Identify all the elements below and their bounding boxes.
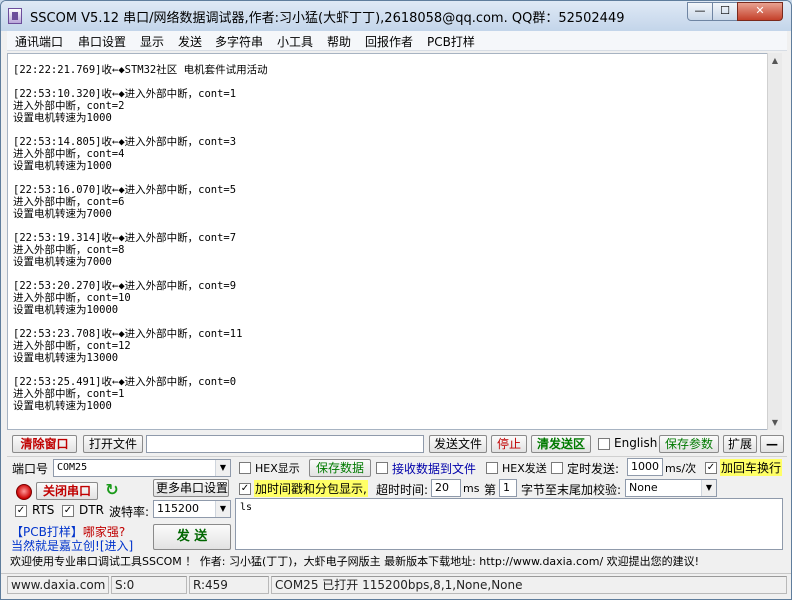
receive-log-text: [22:22:21.769]收←◆STM32社区 电机套件试用活动 [22:53… — [13, 64, 268, 412]
add-crlf-checkbox[interactable]: ✓ — [705, 462, 717, 474]
clear-window-button[interactable]: 清除窗口 — [12, 435, 77, 453]
interval-input[interactable]: 1000 — [627, 458, 663, 476]
menu-bar: 通讯端口 串口设置 显示 发送 多字符串 小工具 帮助 回报作者 PCB打样 — [7, 31, 787, 51]
clear-send-button[interactable]: 清发送区 — [531, 435, 591, 453]
expand-button[interactable]: 扩展 — [723, 435, 757, 453]
timed-send-label: 定时发送: — [567, 462, 620, 476]
nth-input[interactable]: 1 — [499, 479, 517, 497]
promo-jlc: 当然就是嘉立创! — [11, 539, 100, 553]
checksum-select-value: None — [629, 481, 658, 494]
rts-checkbox[interactable]: ✓ — [15, 505, 27, 517]
timed-send-checkbox[interactable] — [551, 462, 563, 474]
baud-select-value: 115200 — [157, 502, 199, 515]
port-select[interactable]: COM25 — [53, 459, 231, 477]
power-icon[interactable] — [16, 484, 32, 500]
timestamp-label: 加时间戳和分包显示, — [254, 480, 368, 497]
hex-display-label: HEX显示 — [255, 462, 300, 475]
receive-log[interactable]: [22:22:21.769]收←◆STM32社区 电机套件试用活动 [22:53… — [7, 53, 782, 430]
menu-tools[interactable]: 小工具 — [277, 33, 313, 50]
timeout-input[interactable]: 20 — [431, 479, 461, 497]
divider — [7, 456, 787, 457]
minimize-button[interactable]: — — [687, 2, 713, 21]
menu-port-settings[interactable]: 串口设置 — [78, 33, 126, 50]
nth-label: 第 — [484, 483, 497, 497]
title-bar: SSCOM V5.12 串口/网络数据调试器,作者:习小猛(大虾丁丁),2618… — [1, 1, 791, 31]
port-label: 端口号 — [12, 462, 49, 476]
file-path-input[interactable] — [146, 435, 424, 453]
save-params-button[interactable]: 保存参数 — [659, 435, 719, 453]
menu-comm-port[interactable]: 通讯端口 — [15, 33, 63, 50]
info-line: 欢迎使用专业串口调试工具SSCOM ！ 作者: 习小猛(丁丁)，大虾电子网版主 … — [7, 553, 787, 571]
app-window: SSCOM V5.12 串口/网络数据调试器,作者:习小猛(大虾丁丁),2618… — [0, 0, 792, 600]
app-icon — [8, 8, 22, 24]
english-label: English — [614, 436, 658, 450]
status-site[interactable]: www.daxia.com — [7, 576, 109, 594]
port-select-value: COM25 — [57, 462, 88, 473]
save-data-button[interactable]: 保存数据 — [309, 459, 371, 477]
recv-to-file-label[interactable]: 接收数据到文件 — [392, 460, 476, 477]
maximize-button[interactable]: ☐ — [712, 2, 738, 21]
scroll-up-icon[interactable]: ▲ — [768, 53, 782, 68]
dtr-checkbox[interactable]: ✓ — [62, 505, 74, 517]
menu-send[interactable]: 发送 — [178, 33, 202, 50]
checksum-label: 字节至末尾加校验: — [521, 483, 622, 497]
baud-label: 波特率: — [109, 505, 150, 519]
open-file-button[interactable]: 打开文件 — [83, 435, 143, 453]
menu-display[interactable]: 显示 — [140, 33, 164, 50]
promo-line2[interactable]: 当然就是嘉立创![进入] — [11, 537, 133, 554]
status-bar: www.daxia.com S:0 R:459 COM25 已打开 115200… — [1, 573, 791, 595]
status-sent-count: S:0 — [111, 576, 187, 594]
timestamp-checkbox[interactable]: ✓ — [239, 483, 251, 495]
chevron-down-icon[interactable]: ▼ — [215, 460, 230, 476]
hex-display-checkbox[interactable] — [239, 462, 251, 474]
window-title: SSCOM V5.12 串口/网络数据调试器,作者:习小猛(大虾丁丁),2618… — [30, 11, 625, 26]
send-input[interactable]: ls — [235, 498, 783, 550]
interval-unit: ms/次 — [665, 462, 697, 475]
stop-button[interactable]: 停止 — [491, 435, 527, 453]
scroll-down-icon[interactable]: ▼ — [768, 415, 782, 430]
rts-label: RTS — [32, 503, 55, 517]
promo-enter-link[interactable]: [进入] — [100, 539, 133, 553]
hex-send-checkbox[interactable] — [486, 462, 498, 474]
status-received-count: R:459 — [189, 576, 269, 594]
menu-pcb-proto[interactable]: PCB打样 — [427, 33, 475, 50]
english-checkbox[interactable] — [598, 438, 610, 450]
menu-multi-string[interactable]: 多字符串 — [215, 33, 263, 50]
hex-send-label: HEX发送 — [502, 462, 547, 475]
menu-help[interactable]: 帮助 — [327, 33, 351, 50]
close-button[interactable]: ✕ — [737, 2, 783, 21]
more-port-settings-button[interactable]: 更多串口设置 — [153, 479, 229, 497]
collapse-button[interactable]: — — [760, 435, 784, 453]
log-scrollbar[interactable]: ▲ ▼ — [767, 53, 782, 430]
status-port: COM25 已打开 115200bps,8,1,None,None — [271, 576, 787, 594]
send-file-button[interactable]: 发送文件 — [429, 435, 487, 453]
timeout-unit: ms — [463, 482, 480, 495]
send-button[interactable]: 发 送 — [153, 524, 231, 550]
close-port-button[interactable]: 关闭串口 — [36, 482, 98, 500]
dtr-label: DTR — [79, 503, 104, 517]
chevron-down-icon[interactable]: ▼ — [701, 480, 716, 496]
chevron-down-icon[interactable]: ▼ — [215, 501, 230, 517]
timeout-label: 超时时间: — [376, 483, 429, 497]
refresh-icon[interactable]: ↻ — [103, 481, 121, 499]
menu-report-author[interactable]: 回报作者 — [365, 33, 413, 50]
add-crlf-label: 加回车换行 — [720, 459, 783, 476]
recv-to-file-checkbox[interactable] — [376, 462, 388, 474]
